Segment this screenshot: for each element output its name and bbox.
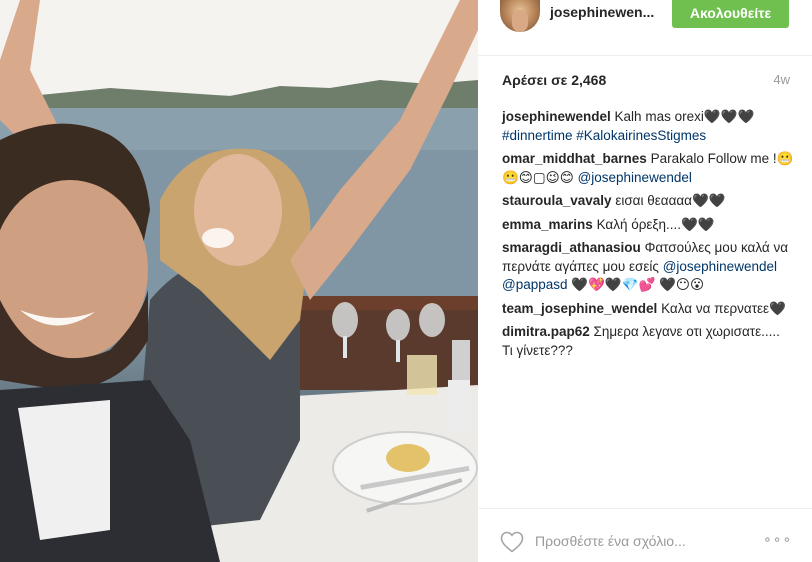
likes-count[interactable]: Αρέσει σε 2,468 <box>502 72 606 88</box>
comment-item: josephinewendel Kalh mas orexi🖤🖤🖤 #dinne… <box>502 108 794 145</box>
post-username[interactable]: josephinewen... <box>550 4 654 20</box>
comment-text: Kalh mas orexi🖤🖤🖤 <box>614 109 755 124</box>
comment-emoji-tail: 🖤💖🖤💎💕 🖤😶😮 <box>571 277 705 292</box>
more-options-icon[interactable]: ∘∘∘ <box>763 531 792 548</box>
comment-item: dimitra.pap62 Σημερα λεγανε οτι χωρισατε… <box>502 323 794 360</box>
follow-button[interactable]: Ακολουθείτε <box>672 0 789 28</box>
comment-username[interactable]: omar_middhat_barnes <box>502 151 647 166</box>
add-comment-input[interactable] <box>535 531 735 551</box>
post-details-panel: josephinewen... Ακολουθείτε Αρέσει σε 2,… <box>478 0 812 562</box>
comment-item: emma_marins Καλή όρεξη....🖤🖤 <box>502 216 794 235</box>
post-age[interactable]: 4w <box>773 72 790 87</box>
avatar[interactable] <box>500 0 540 32</box>
comment-username[interactable]: team_josephine_wendel <box>502 301 657 316</box>
selfie-image <box>0 0 478 562</box>
likes-row: Αρέσει σε 2,468 4w <box>502 72 790 92</box>
comment-text: εισαι θεαααα🖤🖤 <box>615 193 726 208</box>
comment-item: smaragdi_athanasiou Φατσούλες μου καλά ν… <box>502 239 794 295</box>
comment-username[interactable]: josephinewendel <box>502 109 611 124</box>
post-footer: ∘∘∘ <box>478 508 812 562</box>
heart-outline-icon[interactable] <box>500 531 524 553</box>
comments-list: josephinewendel Kalh mas orexi🖤🖤🖤 #dinne… <box>502 108 794 365</box>
comment-text: Καλα να περνατεε🖤 <box>661 300 786 316</box>
comment-hashtags[interactable]: #dinnertime #KalokairinesStigmes <box>502 128 706 143</box>
comment-username[interactable]: stauroula_vavaly <box>502 193 612 208</box>
comment-mention[interactable]: @josephinewendel <box>578 170 692 185</box>
comment-username[interactable]: smaragdi_athanasiou <box>502 240 641 255</box>
comment-username[interactable]: dimitra.pap62 <box>502 324 590 339</box>
post-header: josephinewen... Ακολουθείτε <box>478 0 812 56</box>
comment-item: omar_middhat_barnes Parakalo Follow me !… <box>502 150 794 187</box>
comment-username[interactable]: emma_marins <box>502 217 593 232</box>
comment-text: Καλή όρεξη....🖤🖤 <box>596 216 715 232</box>
comment-item: team_josephine_wendel Καλα να περνατεε🖤 <box>502 300 794 319</box>
post-photo[interactable] <box>0 0 478 562</box>
comment-item: stauroula_vavaly εισαι θεαααα🖤🖤 <box>502 192 794 211</box>
